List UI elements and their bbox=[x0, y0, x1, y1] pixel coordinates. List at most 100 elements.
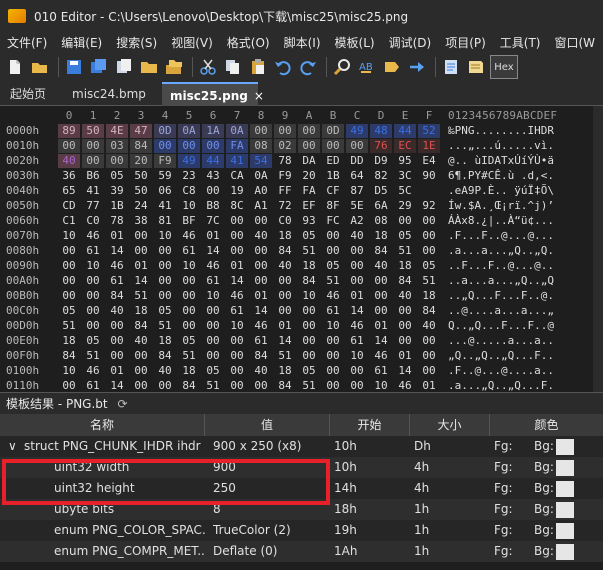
template-row-bg-color[interactable]: Bg: bbox=[534, 478, 594, 499]
hex-byte[interactable]: 00 bbox=[202, 184, 224, 198]
hex-byte[interactable]: 18 bbox=[58, 334, 80, 348]
color-swatch[interactable] bbox=[555, 438, 574, 455]
hex-byte[interactable]: 01 bbox=[226, 259, 248, 273]
hex-byte[interactable]: 84 bbox=[154, 349, 176, 363]
hex-byte[interactable]: 10 bbox=[298, 289, 320, 303]
hex-byte[interactable]: 01 bbox=[418, 379, 440, 393]
hex-byte[interactable]: 00 bbox=[346, 244, 368, 258]
hex-byte[interactable]: 61 bbox=[250, 334, 272, 348]
hex-byte[interactable]: 46 bbox=[370, 349, 392, 363]
hex-byte[interactable]: 00 bbox=[298, 139, 320, 153]
find-next-icon[interactable] bbox=[381, 56, 403, 78]
hex-byte[interactable]: 00 bbox=[250, 274, 272, 288]
hex-byte[interactable]: 00 bbox=[250, 214, 272, 228]
hex-byte[interactable]: BF bbox=[178, 214, 200, 228]
hex-byte[interactable]: 10 bbox=[178, 259, 200, 273]
color-swatch[interactable] bbox=[555, 459, 574, 476]
hex-byte[interactable]: 84 bbox=[250, 349, 272, 363]
hex-byte[interactable]: 00 bbox=[130, 244, 152, 258]
hex-byte[interactable]: 6A bbox=[370, 199, 392, 213]
hex-byte[interactable]: 00 bbox=[226, 349, 248, 363]
hex-byte[interactable]: 46 bbox=[202, 259, 224, 273]
hex-row-ascii[interactable]: .a...a...„Q..„Q. bbox=[448, 244, 554, 257]
hex-byte[interactable]: CA bbox=[226, 169, 248, 183]
find-icon[interactable] bbox=[331, 56, 353, 78]
hex-byte[interactable]: 00 bbox=[154, 289, 176, 303]
hex-byte[interactable]: 8C bbox=[226, 199, 248, 213]
hex-byte[interactable]: 00 bbox=[322, 364, 344, 378]
hex-byte[interactable]: 40 bbox=[106, 304, 128, 318]
hex-byte[interactable]: 00 bbox=[250, 259, 272, 273]
hex-byte[interactable]: 08 bbox=[370, 214, 392, 228]
hex-row-ascii[interactable]: Íw.$A.¸Œ¡rï.^j)’ bbox=[448, 199, 554, 212]
hex-byte[interactable]: 05 bbox=[82, 334, 104, 348]
hex-byte[interactable]: 46 bbox=[82, 364, 104, 378]
hex-byte[interactable]: 00 bbox=[322, 379, 344, 393]
template-row[interactable]: ∨ struct PNG_CHUNK_IHDR ihdr 900 x 250 (x8… bbox=[0, 436, 603, 457]
hex-byte[interactable]: 18 bbox=[394, 259, 416, 273]
hex-byte[interactable]: 46 bbox=[226, 289, 248, 303]
hex-byte[interactable]: 20 bbox=[130, 154, 152, 168]
hex-byte[interactable]: 19 bbox=[226, 184, 248, 198]
hex-byte[interactable]: 84 bbox=[418, 304, 440, 318]
column-value[interactable]: 值 bbox=[205, 414, 330, 436]
color-swatch[interactable] bbox=[555, 522, 574, 539]
hex-byte[interactable]: 00 bbox=[274, 289, 296, 303]
replace-icon[interactable]: AB bbox=[356, 56, 378, 78]
hex-byte[interactable]: 00 bbox=[418, 214, 440, 228]
hex-byte[interactable]: 61 bbox=[82, 244, 104, 258]
hex-byte[interactable]: 40 bbox=[346, 229, 368, 243]
template-row-bg-color[interactable]: Bg: bbox=[534, 499, 594, 520]
hex-byte[interactable]: 05 bbox=[178, 334, 200, 348]
hex-byte[interactable]: 51 bbox=[298, 379, 320, 393]
hex-byte[interactable]: 0A bbox=[250, 169, 272, 183]
hex-byte[interactable]: 44 bbox=[394, 124, 416, 138]
hex-byte[interactable]: 20 bbox=[298, 169, 320, 183]
hex-byte[interactable]: 00 bbox=[370, 304, 392, 318]
hex-byte[interactable]: 05 bbox=[418, 259, 440, 273]
hex-byte[interactable]: 10 bbox=[226, 319, 248, 333]
hex-byte[interactable]: 00 bbox=[58, 244, 80, 258]
menu-view[interactable]: 视图(V) bbox=[164, 34, 220, 51]
open-copy-icon[interactable] bbox=[113, 56, 135, 78]
hex-byte[interactable]: 01 bbox=[274, 319, 296, 333]
color-swatch[interactable] bbox=[555, 501, 574, 518]
hex-byte[interactable]: 14 bbox=[106, 244, 128, 258]
hex-byte[interactable]: 00 bbox=[202, 349, 224, 363]
hex-byte[interactable]: 24 bbox=[130, 199, 152, 213]
hex-byte[interactable]: 00 bbox=[106, 349, 128, 363]
hex-byte[interactable]: 78 bbox=[106, 214, 128, 228]
hex-row-ascii[interactable]: ...@.....a...a.. bbox=[448, 334, 554, 347]
menu-templates[interactable]: 模板(L) bbox=[328, 34, 382, 51]
hex-byte[interactable]: 00 bbox=[226, 229, 248, 243]
hex-byte[interactable]: 05 bbox=[202, 364, 224, 378]
hex-byte[interactable]: B6 bbox=[82, 169, 104, 183]
hex-byte[interactable]: 00 bbox=[298, 124, 320, 138]
hex-byte[interactable]: 59 bbox=[154, 169, 176, 183]
hex-byte[interactable]: 8F bbox=[322, 199, 344, 213]
hex-byte[interactable]: 14 bbox=[106, 379, 128, 393]
hex-byte[interactable]: 14 bbox=[346, 304, 368, 318]
hex-byte[interactable]: 84 bbox=[274, 244, 296, 258]
hex-byte[interactable]: 50 bbox=[82, 124, 104, 138]
hex-byte[interactable]: 14 bbox=[250, 304, 272, 318]
hex-byte[interactable]: 00 bbox=[82, 274, 104, 288]
hex-byte[interactable]: 10 bbox=[370, 379, 392, 393]
hex-byte[interactable]: 61 bbox=[322, 304, 344, 318]
hex-byte[interactable]: 00 bbox=[298, 334, 320, 348]
hex-byte[interactable]: A1 bbox=[250, 199, 272, 213]
hex-byte[interactable]: 61 bbox=[370, 364, 392, 378]
hex-byte[interactable]: 00 bbox=[322, 244, 344, 258]
hex-byte[interactable]: 01 bbox=[250, 289, 272, 303]
hex-byte[interactable]: FC bbox=[322, 214, 344, 228]
hex-byte[interactable]: 0D bbox=[322, 124, 344, 138]
close-icon[interactable]: × bbox=[254, 89, 264, 103]
hex-byte[interactable]: 14 bbox=[130, 274, 152, 288]
hex-byte[interactable]: 0D bbox=[154, 124, 176, 138]
hex-byte[interactable]: 00 bbox=[82, 304, 104, 318]
hex-byte[interactable]: 00 bbox=[58, 289, 80, 303]
hex-byte[interactable]: 00 bbox=[226, 244, 248, 258]
hex-byte[interactable]: 00 bbox=[274, 124, 296, 138]
hex-byte[interactable]: 00 bbox=[226, 379, 248, 393]
hex-byte[interactable]: 29 bbox=[394, 199, 416, 213]
